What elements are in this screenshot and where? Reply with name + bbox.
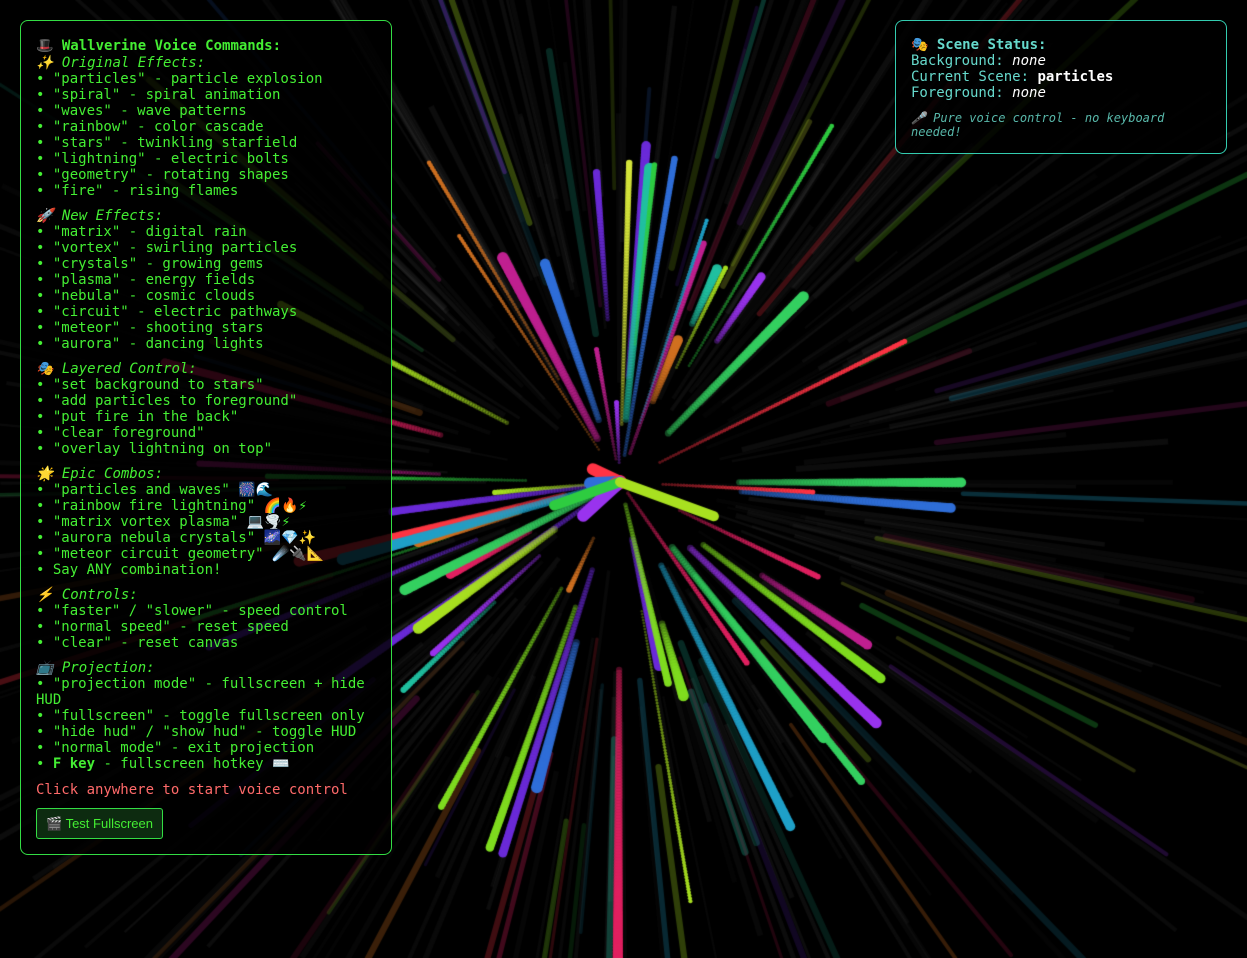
command-item: • "stars" - twinkling starfield: [36, 135, 298, 151]
command-item: • "plasma" - energy fields: [36, 272, 256, 288]
command-item: • "vortex" - swirling particles: [36, 240, 298, 256]
command-sections: ✨ Original Effects: • "particles" - parti…: [36, 55, 376, 756]
command-item: • "add particles to foreground": [36, 393, 298, 409]
hud-title: 🎩 Wallverine Voice Commands:: [36, 38, 376, 54]
section-heading-text: Controls:: [61, 587, 138, 603]
status-scene-row: Current Scene: particles: [911, 69, 1211, 85]
status-title-text: Scene Status:: [936, 37, 1047, 53]
section-heading: 📺 Projection:: [36, 660, 376, 676]
section-icon: ⚡: [36, 587, 54, 603]
background-label: Background:: [911, 53, 1004, 69]
section-icon: 🌟: [36, 466, 54, 482]
fkey-bullet: •: [36, 756, 53, 772]
command-item: • "crystals" - growing gems: [36, 256, 264, 272]
command-item: • "particles" - particle explosion: [36, 71, 323, 87]
command-item: • "clear foreground": [36, 425, 205, 441]
section-heading: ✨ Original Effects:: [36, 55, 376, 71]
command-item: • "hide hud" / "show hud" - toggle HUD: [36, 724, 357, 740]
scene-status-panel: 🎭 Scene Status: Background: none Current…: [895, 20, 1227, 154]
command-item: • "normal mode" - exit projection: [36, 740, 315, 756]
section-heading: 🌟 Epic Combos:: [36, 466, 376, 482]
click-hint[interactable]: Click anywhere to start voice control: [36, 782, 376, 798]
command-item: • "rainbow fire lightning" 🌈🔥⚡: [36, 498, 307, 514]
status-foreground-row: Foreground: none: [911, 85, 1211, 101]
voice-commands-hud: 🎩 Wallverine Voice Commands: ✨ Original …: [20, 20, 392, 855]
command-item: • "meteor circuit geometry" ☄️🔌📐: [36, 546, 325, 562]
command-item: • "fullscreen" - toggle fullscreen only: [36, 708, 365, 724]
section-heading-text: Layered Control:: [61, 361, 197, 377]
section-heading-text: Projection:: [61, 660, 155, 676]
section-icon: ✨: [36, 55, 54, 71]
fkey-line: • F key - fullscreen hotkey ⌨️: [36, 756, 376, 772]
section-heading: 🚀 New Effects:: [36, 208, 376, 224]
command-item: • "put fire in the back": [36, 409, 239, 425]
section-heading: 🎭 Layered Control:: [36, 361, 376, 377]
background-value: none: [1012, 53, 1046, 69]
foreground-label: Foreground:: [911, 85, 1004, 101]
voice-control-note: 🎤 Pure voice control - no keyboard neede…: [911, 111, 1165, 139]
command-item: • "rainbow" - color cascade: [36, 119, 264, 135]
command-item: • "set background to stars": [36, 377, 264, 393]
foreground-value: none: [1012, 85, 1046, 101]
scene-label: Current Scene:: [911, 69, 1030, 85]
command-item: • "normal speed" - reset speed: [36, 619, 289, 635]
command-item: • "spiral" - spiral animation: [36, 87, 281, 103]
section-icon: 🎭: [36, 361, 54, 377]
command-item: • "clear" - reset canvas: [36, 635, 239, 651]
command-item: • "particles and waves" 🎆🌊: [36, 482, 274, 498]
section-heading-text: Epic Combos:: [61, 466, 164, 482]
command-item: • "waves" - wave patterns: [36, 103, 247, 119]
section-heading-text: New Effects:: [61, 208, 164, 224]
test-fullscreen-button[interactable]: 🎬 Test Fullscreen: [36, 808, 163, 839]
command-item: • "circuit" - electric pathways: [36, 304, 298, 320]
fkey-desc: - fullscreen hotkey ⌨️: [95, 756, 290, 772]
command-item: • "projection mode" - fullscreen + hide …: [36, 676, 365, 708]
command-item: • "nebula" - cosmic clouds: [36, 288, 256, 304]
section-icon: 🚀: [36, 208, 54, 224]
command-item: • "aurora nebula crystals" 🌌💎✨: [36, 530, 316, 546]
section-heading: ⚡ Controls:: [36, 587, 376, 603]
command-item: • "matrix" - digital rain: [36, 224, 247, 240]
command-item: • "lightning" - electric bolts: [36, 151, 289, 167]
command-item: • "geometry" - rotating shapes: [36, 167, 289, 183]
command-item: • "aurora" - dancing lights: [36, 336, 264, 352]
section-heading-text: Original Effects:: [61, 55, 206, 71]
section-icon: 📺: [36, 660, 54, 676]
command-item: • Say ANY combination!: [36, 562, 222, 578]
status-title: 🎭 Scene Status:: [911, 37, 1211, 53]
scene-value: particles: [1037, 69, 1114, 85]
top-hat-icon: 🎩: [36, 38, 54, 54]
command-item: • "faster" / "slower" - speed control: [36, 603, 348, 619]
hud-title-text: Wallverine Voice Commands:: [61, 38, 282, 54]
command-item: • "overlay lightning on top": [36, 441, 273, 457]
status-background-row: Background: none: [911, 53, 1211, 69]
command-item: • "matrix vortex plasma" 💻🌪️⚡: [36, 514, 291, 530]
command-item: • "fire" - rising flames: [36, 183, 239, 199]
fkey-key: F key: [52, 756, 96, 772]
command-item: • "meteor" - shooting stars: [36, 320, 264, 336]
theater-masks-icon: 🎭: [911, 37, 929, 53]
